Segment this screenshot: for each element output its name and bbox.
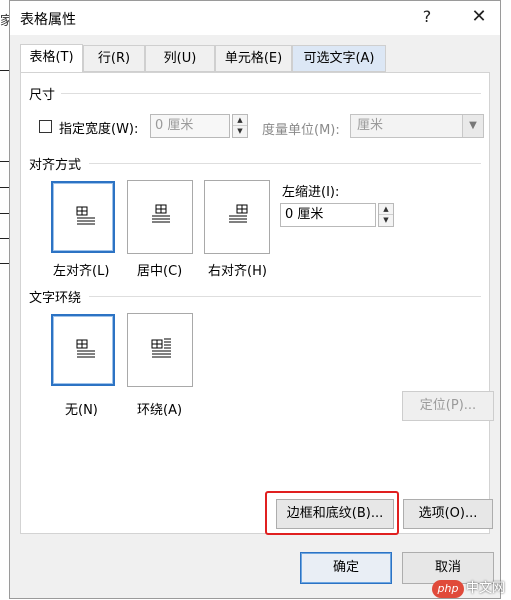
wrap-none-option[interactable] — [51, 314, 115, 386]
section-divider — [89, 296, 481, 297]
width-spinner[interactable]: ▲ ▼ — [232, 114, 248, 138]
unit-label: 度量单位(M): — [262, 123, 340, 138]
align-left-icon — [76, 206, 95, 225]
alignment-section-title: 对齐方式 — [29, 158, 82, 173]
watermark-logo: php — [432, 580, 464, 598]
tab-table[interactable]: 表格(T) — [20, 44, 83, 73]
wrap-around-icon — [151, 338, 171, 358]
align-center-label: 居中(C) — [137, 264, 183, 279]
width-value-field[interactable]: 0 厘米 — [150, 114, 230, 138]
indent-label: 左缩进(I): — [282, 185, 340, 200]
indent-value-field[interactable]: 0 厘米 — [280, 203, 376, 227]
spin-down-icon[interactable]: ▼ — [233, 126, 247, 136]
position-button[interactable]: 定位(P)... — [402, 391, 494, 421]
tab-column[interactable]: 列(U) — [145, 45, 215, 72]
title-bar: 表格属性 ? ✕ — [10, 1, 500, 35]
specify-width-label: 指定宽度(W): — [59, 122, 139, 137]
dialog-title: 表格属性 — [20, 12, 76, 28]
specify-width-checkbox[interactable] — [39, 120, 52, 133]
size-section-title: 尺寸 — [29, 88, 56, 103]
wrap-around-option[interactable] — [127, 313, 193, 387]
tab-row[interactable]: 行(R) — [83, 45, 145, 72]
close-button[interactable]: ✕ — [465, 5, 493, 29]
chevron-down-icon: ▼ — [462, 115, 483, 137]
spin-down-icon[interactable]: ▼ — [379, 215, 393, 225]
unit-select-value: 厘米 — [357, 118, 384, 133]
spin-up-icon[interactable]: ▲ — [233, 115, 247, 126]
align-right-option[interactable] — [204, 180, 270, 254]
ok-button[interactable]: 确定 — [300, 552, 392, 584]
tab-cell[interactable]: 单元格(E) — [215, 45, 292, 72]
align-right-icon — [229, 204, 248, 223]
highlight-box — [265, 491, 399, 535]
unit-select[interactable]: 厘米 ▼ — [350, 114, 484, 138]
section-divider — [61, 93, 481, 94]
section-divider — [89, 163, 481, 164]
indent-spinner[interactable]: ▲ ▼ — [378, 203, 394, 227]
tab-panel-table: 尺寸 指定宽度(W): 0 厘米 ▲ ▼ 度量单位(M): 厘米 ▼ 对齐方式 … — [20, 72, 494, 535]
align-right-label: 右对齐(H) — [208, 264, 267, 279]
table-properties-dialog: 表格属性 ? ✕ 表格(T) 行(R) 列(U) 单元格(E) 可选文字(A) … — [9, 0, 501, 599]
align-center-icon — [152, 204, 170, 223]
wrap-none-label: 无(N) — [65, 403, 98, 418]
watermark-text: 中文网 — [466, 581, 506, 596]
wrapping-section-title: 文字环绕 — [29, 291, 82, 306]
wrap-around-label: 环绕(A) — [137, 403, 183, 418]
wrap-none-icon — [76, 339, 95, 358]
align-center-option[interactable] — [127, 180, 193, 254]
site-watermark: php 中文网 — [432, 580, 511, 600]
tab-alt-text[interactable]: 可选文字(A) — [292, 45, 386, 72]
align-left-label: 左对齐(L) — [53, 264, 110, 279]
help-button[interactable]: ? — [413, 5, 441, 29]
align-left-option[interactable] — [51, 181, 115, 253]
spin-up-icon[interactable]: ▲ — [379, 204, 393, 215]
options-button[interactable]: 选项(O)... — [403, 499, 493, 529]
